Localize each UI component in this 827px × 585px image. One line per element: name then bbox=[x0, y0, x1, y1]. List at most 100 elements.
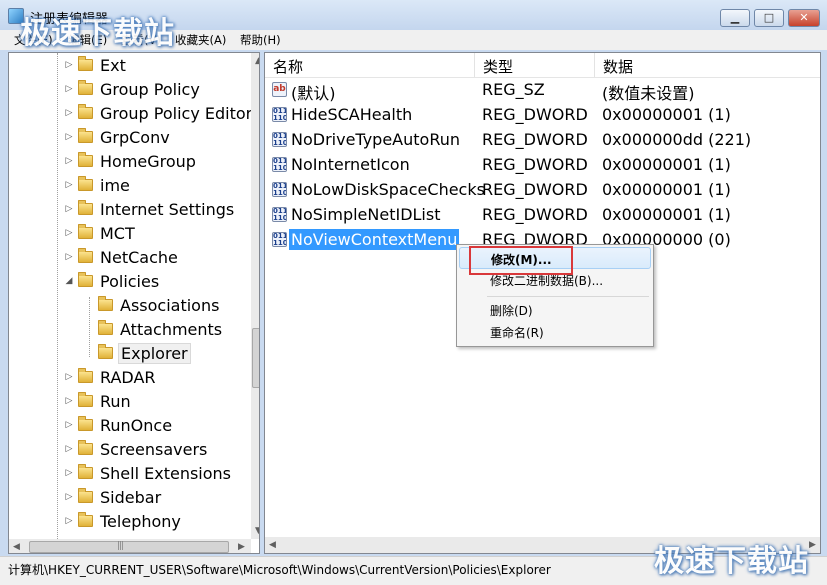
registry-value-row[interactable]: 011 110 NoInternetIcon REG_DWORD 0x00000001… bbox=[265, 153, 820, 178]
expand-arrow-icon[interactable]: ▷ bbox=[63, 228, 75, 238]
expand-arrow-icon[interactable]: ▷ bbox=[63, 84, 75, 94]
tree-item[interactable]: ▷ Run bbox=[63, 389, 133, 413]
folder-icon bbox=[78, 368, 93, 383]
tree-item-label: RADAR bbox=[100, 367, 156, 387]
value-type: REG_DWORD bbox=[482, 205, 588, 224]
folder-icon bbox=[78, 104, 93, 119]
tree-item[interactable]: ▷ Screensavers bbox=[63, 437, 209, 461]
tree-item[interactable]: Associations bbox=[83, 293, 221, 317]
folder-icon bbox=[98, 320, 113, 335]
tree-item[interactable]: ▷ Shell Extensions bbox=[63, 461, 233, 485]
tree-item[interactable]: ▷ Telephony bbox=[63, 509, 183, 533]
column-header-type[interactable]: 类型 bbox=[475, 53, 595, 77]
tree-item[interactable]: ▷ NetCache bbox=[63, 245, 180, 269]
collapse-arrow-icon[interactable]: ◢ bbox=[63, 276, 75, 286]
registry-value-row[interactable]: 011 110 NoLowDiskSpaceChecks REG_DWORD 0x00… bbox=[265, 178, 820, 203]
folder-icon bbox=[78, 128, 93, 143]
scroll-right-icon[interactable]: ▶ bbox=[809, 540, 816, 550]
tree-hscroll-thumb[interactable] bbox=[29, 541, 229, 553]
close-button[interactable]: ✕ bbox=[788, 9, 820, 27]
expand-arrow-icon[interactable]: ▷ bbox=[63, 372, 75, 382]
expand-arrow-icon[interactable]: ▷ bbox=[63, 516, 75, 526]
value-name: NoLowDiskSpaceChecks bbox=[291, 180, 485, 199]
tree-item[interactable]: ▷ Ext bbox=[63, 53, 128, 77]
tree-item[interactable]: Explorer bbox=[83, 341, 191, 365]
menu-help[interactable]: 帮助(H) bbox=[240, 32, 281, 48]
context-menu-separator bbox=[487, 296, 649, 297]
expand-arrow-icon[interactable]: ▷ bbox=[63, 492, 75, 502]
value-type: REG_DWORD bbox=[482, 105, 588, 124]
tree-scroll-thumb[interactable] bbox=[252, 328, 259, 388]
expand-arrow-icon[interactable]: ▷ bbox=[63, 396, 75, 406]
maximize-button[interactable]: □ bbox=[754, 9, 784, 27]
expand-arrow-icon[interactable]: ▷ bbox=[63, 204, 75, 214]
scroll-grip-icon: ||| bbox=[117, 541, 124, 551]
tree-item[interactable]: ▷ MCT bbox=[63, 221, 137, 245]
tree-item[interactable]: ▷ Internet Settings bbox=[63, 197, 236, 221]
scroll-up-icon[interactable]: ▲ bbox=[255, 56, 259, 66]
tree-item-label: Telephony bbox=[100, 511, 181, 531]
expand-arrow-icon[interactable]: ▷ bbox=[63, 468, 75, 478]
tree-item[interactable]: ▷ GrpConv bbox=[63, 125, 172, 149]
expand-arrow-icon[interactable]: ▷ bbox=[63, 156, 75, 166]
registry-tree[interactable]: ▷ Ext ▷ Group Policy ▷ Group Policy Editor ▷ Gr… bbox=[8, 52, 260, 554]
scroll-left-icon[interactable]: ◀ bbox=[13, 542, 20, 552]
scroll-right-icon[interactable]: ▶ bbox=[238, 542, 245, 552]
registry-value-row[interactable]: 011 110 NoSimpleNetIDList REG_DWORD 0x00000… bbox=[265, 203, 820, 228]
expand-arrow-icon[interactable]: ▷ bbox=[63, 420, 75, 430]
dword-value-icon: 011 110 bbox=[272, 132, 287, 147]
folder-icon bbox=[78, 440, 93, 455]
tree-item-label: NetCache bbox=[100, 247, 178, 267]
tree-item[interactable]: ▷ Group Policy Editor bbox=[63, 101, 254, 125]
tree-horizontal-scrollbar[interactable]: ◀ ||| ▶ bbox=[9, 539, 251, 553]
expand-arrow-icon[interactable]: ▷ bbox=[63, 60, 75, 70]
tree-item[interactable]: ▷ ime bbox=[63, 173, 132, 197]
value-data: 0x00000001 (1) bbox=[602, 205, 731, 224]
tree-item-label: Associations bbox=[120, 295, 220, 315]
expand-arrow-icon[interactable]: ▷ bbox=[63, 444, 75, 454]
column-header-data[interactable]: 数据 bbox=[595, 53, 820, 77]
tree-item[interactable]: ▷ Sidebar bbox=[63, 485, 163, 509]
tree-item[interactable]: ▷ Group Policy bbox=[63, 77, 202, 101]
expand-arrow-icon[interactable]: ▷ bbox=[63, 108, 75, 118]
tree-item[interactable]: ▷ RADAR bbox=[63, 365, 158, 389]
registry-value-row[interactable]: ab (默认) REG_SZ (数值未设置) bbox=[265, 78, 820, 103]
tree-item[interactable]: ▷ HomeGroup bbox=[63, 149, 198, 173]
folder-icon bbox=[78, 248, 93, 263]
tree-item[interactable]: ◢ Policies bbox=[63, 269, 161, 293]
column-header-name[interactable]: 名称 bbox=[265, 53, 475, 77]
folder-icon bbox=[78, 392, 93, 407]
value-name: HideSCAHealth bbox=[291, 105, 413, 124]
folder-icon bbox=[78, 80, 93, 95]
expand-arrow-icon[interactable]: ▷ bbox=[63, 252, 75, 262]
folder-icon bbox=[78, 416, 93, 431]
dword-value-icon: 011 110 bbox=[272, 182, 287, 197]
expand-arrow-icon[interactable]: ▷ bbox=[63, 180, 75, 190]
annotation-highlight-box bbox=[469, 246, 573, 275]
menu-favorites[interactable]: 收藏夹(A) bbox=[175, 32, 226, 48]
scroll-down-icon[interactable]: ▼ bbox=[255, 526, 259, 536]
tree-item[interactable]: ▷ RunOnce bbox=[63, 413, 174, 437]
tree-vertical-scrollbar[interactable]: ▲ ▼ bbox=[251, 53, 259, 539]
registry-value-row[interactable]: 011 110 NoDriveTypeAutoRun REG_DWORD 0x0000… bbox=[265, 128, 820, 153]
folder-icon bbox=[98, 344, 113, 359]
tree-item-label: Group Policy bbox=[100, 79, 200, 99]
registry-value-row[interactable]: 011 110 HideSCAHealth REG_DWORD 0x00000001 … bbox=[265, 103, 820, 128]
string-value-icon: ab bbox=[272, 82, 287, 97]
watermark-bottom: 极速下载站 bbox=[654, 544, 809, 579]
folder-icon bbox=[78, 464, 93, 479]
tree-item-label: Explorer bbox=[118, 342, 191, 364]
value-type: REG_DWORD bbox=[482, 130, 588, 149]
value-type: REG_DWORD bbox=[482, 155, 588, 174]
minimize-button[interactable]: ▁ bbox=[720, 9, 750, 27]
tree-item[interactable]: Attachments bbox=[83, 317, 224, 341]
context-menu-rename[interactable]: 重命名(R) bbox=[459, 321, 651, 343]
value-name: (默认) bbox=[291, 84, 336, 103]
context-menu-delete[interactable]: 删除(D) bbox=[459, 299, 651, 321]
tree-item-label: Policies bbox=[100, 271, 160, 291]
expand-arrow-icon[interactable]: ▷ bbox=[63, 132, 75, 142]
value-data: (数值未设置) bbox=[602, 84, 695, 103]
scroll-left-icon[interactable]: ◀ bbox=[269, 540, 276, 550]
folder-icon bbox=[78, 152, 93, 167]
tree-item-label: GrpConv bbox=[100, 127, 170, 147]
